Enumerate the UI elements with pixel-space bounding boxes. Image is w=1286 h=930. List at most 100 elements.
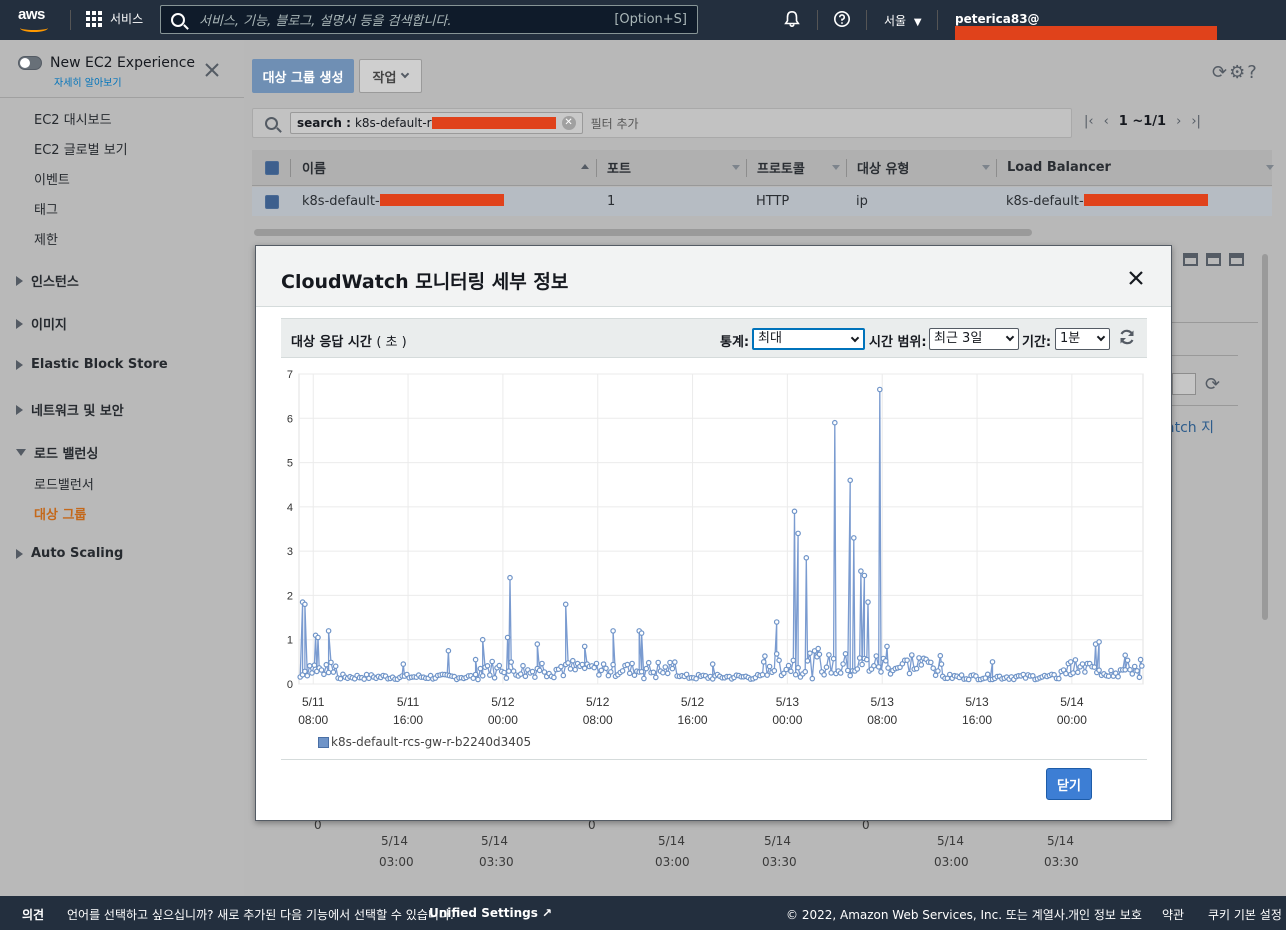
help-icon[interactable] [832, 10, 852, 30]
column-header-port[interactable]: 포트 [607, 158, 631, 177]
sidebar-section-network[interactable]: 네트워크 및 보안 [16, 400, 124, 419]
data-point [1055, 675, 1062, 682]
aws-logo[interactable]: aws [18, 6, 54, 34]
privacy-link[interactable]: 개인 정보 보호 [1068, 906, 1142, 923]
data-point [484, 662, 491, 669]
data-point [489, 658, 496, 665]
account-menu[interactable]: peterica83@ [955, 12, 1286, 41]
bg-axis-time: 03:00 [934, 855, 969, 869]
data-point [1070, 670, 1076, 676]
column-header-load-balancer[interactable]: Load Balancer [1007, 160, 1111, 175]
data-point [596, 672, 602, 678]
bg-axis-time: 03:30 [479, 855, 514, 869]
vertical-scrollbar[interactable] [1262, 254, 1268, 620]
create-target-group-button[interactable]: 대상 그룹 생성 [252, 59, 354, 93]
data-point [318, 667, 325, 673]
cookie-preferences-link[interactable]: 쿠키 기본 설정 [1208, 906, 1282, 923]
sort-icon[interactable] [832, 165, 840, 170]
filter-token[interactable]: search : k8s-default-r ✕ [290, 112, 583, 134]
toggle-switch[interactable] [18, 56, 42, 70]
next-page-icon[interactable]: › [1176, 114, 1181, 129]
actions-button[interactable]: 작업 [359, 59, 422, 93]
cloudwatch-modal: CloudWatch 모니터링 세부 정보 대상 응답 시간 ( 초 ) 통계:… [255, 245, 1172, 821]
cell-target-type: ip [856, 194, 868, 209]
unified-settings-link[interactable]: Unified Settings ↗ [429, 906, 552, 920]
refresh-icon[interactable] [1117, 327, 1137, 347]
sidebar-section-load-balancing[interactable]: 로드 밸런싱 [16, 443, 98, 462]
first-page-icon[interactable]: |‹ [1084, 114, 1094, 129]
close-icon[interactable] [1128, 270, 1144, 286]
data-point [503, 675, 510, 681]
statistic-select[interactable]: 최대 [752, 328, 865, 350]
data-point [1072, 657, 1079, 663]
background-link[interactable]: atch 지 [1166, 417, 1214, 437]
column-header-name[interactable]: 이름 [302, 158, 326, 177]
sidebar-section-auto-scaling[interactable]: Auto Scaling [16, 546, 123, 561]
data-point [930, 665, 937, 672]
region-selector[interactable]: 서울 ▼ [884, 12, 922, 29]
help-circle-icon[interactable]: ? [1247, 62, 1257, 83]
sidebar-section-ebs[interactable]: Elastic Block Store [16, 357, 168, 372]
last-page-icon[interactable]: ›| [1191, 114, 1201, 129]
table-row[interactable]: k8s-default- 1 HTTP ip k8s-default- [252, 187, 1272, 216]
panel-layout-icon[interactable] [1229, 253, 1244, 266]
sidebar-item-events[interactable]: 이벤트 [34, 169, 70, 188]
data-point [534, 641, 541, 647]
sidebar-item-target-groups[interactable]: 대상 그룹 [34, 504, 86, 523]
chevron-down-icon [401, 69, 410, 79]
sidebar-item-limits[interactable]: 제한 [34, 229, 58, 248]
sidebar-item-load-balancers[interactable]: 로드밸런서 [34, 474, 94, 493]
learn-more-link[interactable]: 자세히 알아보기 [54, 74, 122, 89]
notifications-bell-icon[interactable] [782, 10, 802, 30]
column-header-protocol[interactable]: 프로토콜 [757, 158, 805, 177]
close-button[interactable]: 닫기 [1046, 768, 1092, 800]
global-search-input[interactable]: 서비스, 기능, 블로그, 설명서 등을 검색합니다. [Option+S] [160, 5, 698, 34]
sort-icon[interactable] [732, 165, 740, 170]
data-point [876, 386, 883, 393]
data-point [785, 662, 792, 669]
data-point [328, 659, 334, 666]
row-checkbox[interactable] [265, 194, 279, 209]
cell-load-balancer[interactable]: k8s-default- [1006, 194, 1208, 209]
response-time-chart[interactable]: 0 1 2 3 4 5 6 7 5/11 08:00 5/11 16:00 5/12 00:00 5/12 0… [281, 366, 1147, 756]
x-tick-date: 5/11 [302, 695, 325, 709]
select-all-checkbox[interactable] [265, 160, 279, 175]
period-select[interactable]: 1분 [1055, 328, 1110, 350]
close-sidebar-icon[interactable] [204, 62, 220, 78]
sort-icon[interactable] [1266, 165, 1274, 170]
refresh-icon[interactable]: ⟳ [1205, 374, 1220, 395]
panel-layout-icon[interactable] [1183, 253, 1198, 266]
data-point [792, 671, 799, 678]
remove-filter-icon[interactable]: ✕ [561, 116, 576, 130]
background-select[interactable] [1172, 373, 1196, 395]
services-menu-button[interactable]: 서비스 [86, 10, 143, 27]
data-point [795, 664, 801, 671]
chart-legend[interactable]: k8s-default-rcs-gw-r-b2240d3405 [318, 735, 531, 749]
time-range-select[interactable]: 최근 3일 [929, 328, 1019, 350]
filter-bar[interactable]: search : k8s-default-r ✕ 필터 추가 [252, 108, 1072, 138]
column-header-target-type[interactable]: 대상 유형 [857, 158, 909, 177]
sidebar-item-global-view[interactable]: EC2 글로벌 보기 [34, 139, 128, 158]
sidebar-section-images[interactable]: 이미지 [16, 314, 67, 333]
new-experience-toggle[interactable]: New EC2 Experience [18, 55, 195, 71]
data-point [517, 671, 524, 677]
data-point [821, 671, 827, 678]
add-filter-input[interactable]: 필터 추가 [591, 115, 639, 132]
sidebar-item-tags[interactable]: 태그 [34, 199, 58, 218]
data-point [1096, 639, 1102, 645]
sort-icon[interactable] [982, 165, 990, 170]
sort-ascending-icon[interactable] [581, 164, 589, 169]
sidebar-section-instances[interactable]: 인스턴스 [16, 271, 79, 290]
data-point [856, 655, 863, 661]
prev-page-icon[interactable]: ‹ [1104, 114, 1109, 129]
panel-layout-icon[interactable] [1206, 253, 1221, 266]
terms-link[interactable]: 약관 [1162, 906, 1184, 923]
feedback-link[interactable]: 의견 [22, 906, 44, 923]
horizontal-scrollbar[interactable] [254, 229, 1032, 236]
cell-name[interactable]: k8s-default- [302, 194, 504, 209]
x-tick-time: 00:00 [488, 713, 518, 727]
data-point [927, 659, 934, 666]
sidebar-item-ec2-dashboard[interactable]: EC2 대시보드 [34, 109, 112, 128]
refresh-icon[interactable]: ⟳ [1212, 62, 1227, 83]
gear-icon[interactable]: ⚙ [1229, 62, 1245, 83]
